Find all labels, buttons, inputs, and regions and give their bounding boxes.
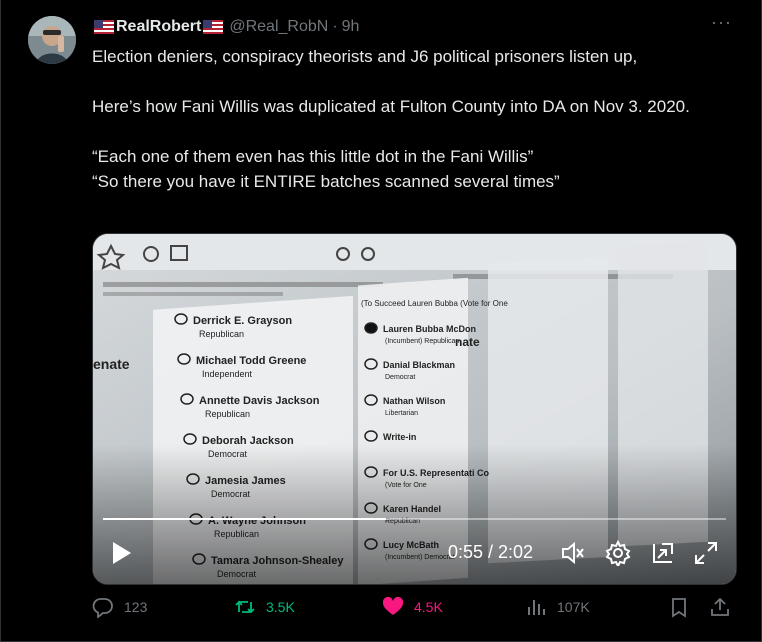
like-button[interactable]: 4.5K xyxy=(382,596,443,618)
bookmark-icon xyxy=(672,598,686,618)
tweet-header: RealRobert @Real_RobN · 9h xyxy=(92,16,359,38)
more-options-button[interactable]: ··· xyxy=(711,12,732,33)
tweet-text-line: “So there you have it ENTIRE batches sca… xyxy=(92,172,560,191)
like-count: 4.5K xyxy=(414,599,443,615)
us-flag-icon xyxy=(203,20,224,34)
repost-count: 3.5K xyxy=(266,599,295,615)
tweet-text-line: “Each one of them even has this little d… xyxy=(92,147,534,166)
fullscreen-icon[interactable] xyxy=(693,540,719,571)
views-button[interactable]: 107K xyxy=(525,596,590,618)
views-icon xyxy=(528,600,545,615)
play-icon[interactable] xyxy=(111,540,133,571)
share-button[interactable] xyxy=(709,596,741,618)
timestamp[interactable]: 9h xyxy=(342,18,360,36)
repost-button[interactable]: 3.5K xyxy=(234,596,295,618)
bookmark-button[interactable] xyxy=(668,596,700,618)
tweet-text-line: Election deniers, conspiracy theorists a… xyxy=(92,47,638,66)
tweet-text: Election deniers, conspiracy theorists a… xyxy=(92,44,732,194)
tweet-text-line: Here’s how Fani Willis was duplicated at… xyxy=(92,97,690,116)
user-handle[interactable]: @Real_RobN xyxy=(229,18,328,36)
us-flag-icon xyxy=(94,20,114,34)
video-player[interactable]: enate nate Derrick E. GraysonRepublicanM… xyxy=(92,233,737,585)
timeline-border-left xyxy=(0,0,1,642)
avatar[interactable] xyxy=(28,16,76,64)
reply-icon xyxy=(92,598,113,618)
mute-icon[interactable] xyxy=(560,540,586,571)
separator-dot: · xyxy=(332,18,338,35)
view-count: 107K xyxy=(557,599,590,615)
video-time: 0:55 / 2:02 xyxy=(448,542,534,562)
video-controls: 0:55 / 2:02 xyxy=(93,532,736,576)
pip-icon[interactable] xyxy=(650,540,676,571)
display-name[interactable]: RealRobert xyxy=(116,18,201,36)
share-icon xyxy=(711,597,729,616)
reply-button[interactable]: 123 xyxy=(92,596,147,618)
reply-count: 123 xyxy=(124,599,148,615)
video-progress-fill xyxy=(103,518,387,520)
repost-icon xyxy=(235,600,255,614)
settings-icon[interactable] xyxy=(605,539,631,571)
tweet-actions: 123 3.5K 4.5K 107K xyxy=(92,596,732,626)
avatar-image xyxy=(28,16,76,64)
video-progress-bar[interactable] xyxy=(103,518,726,520)
heart-icon xyxy=(382,596,404,615)
